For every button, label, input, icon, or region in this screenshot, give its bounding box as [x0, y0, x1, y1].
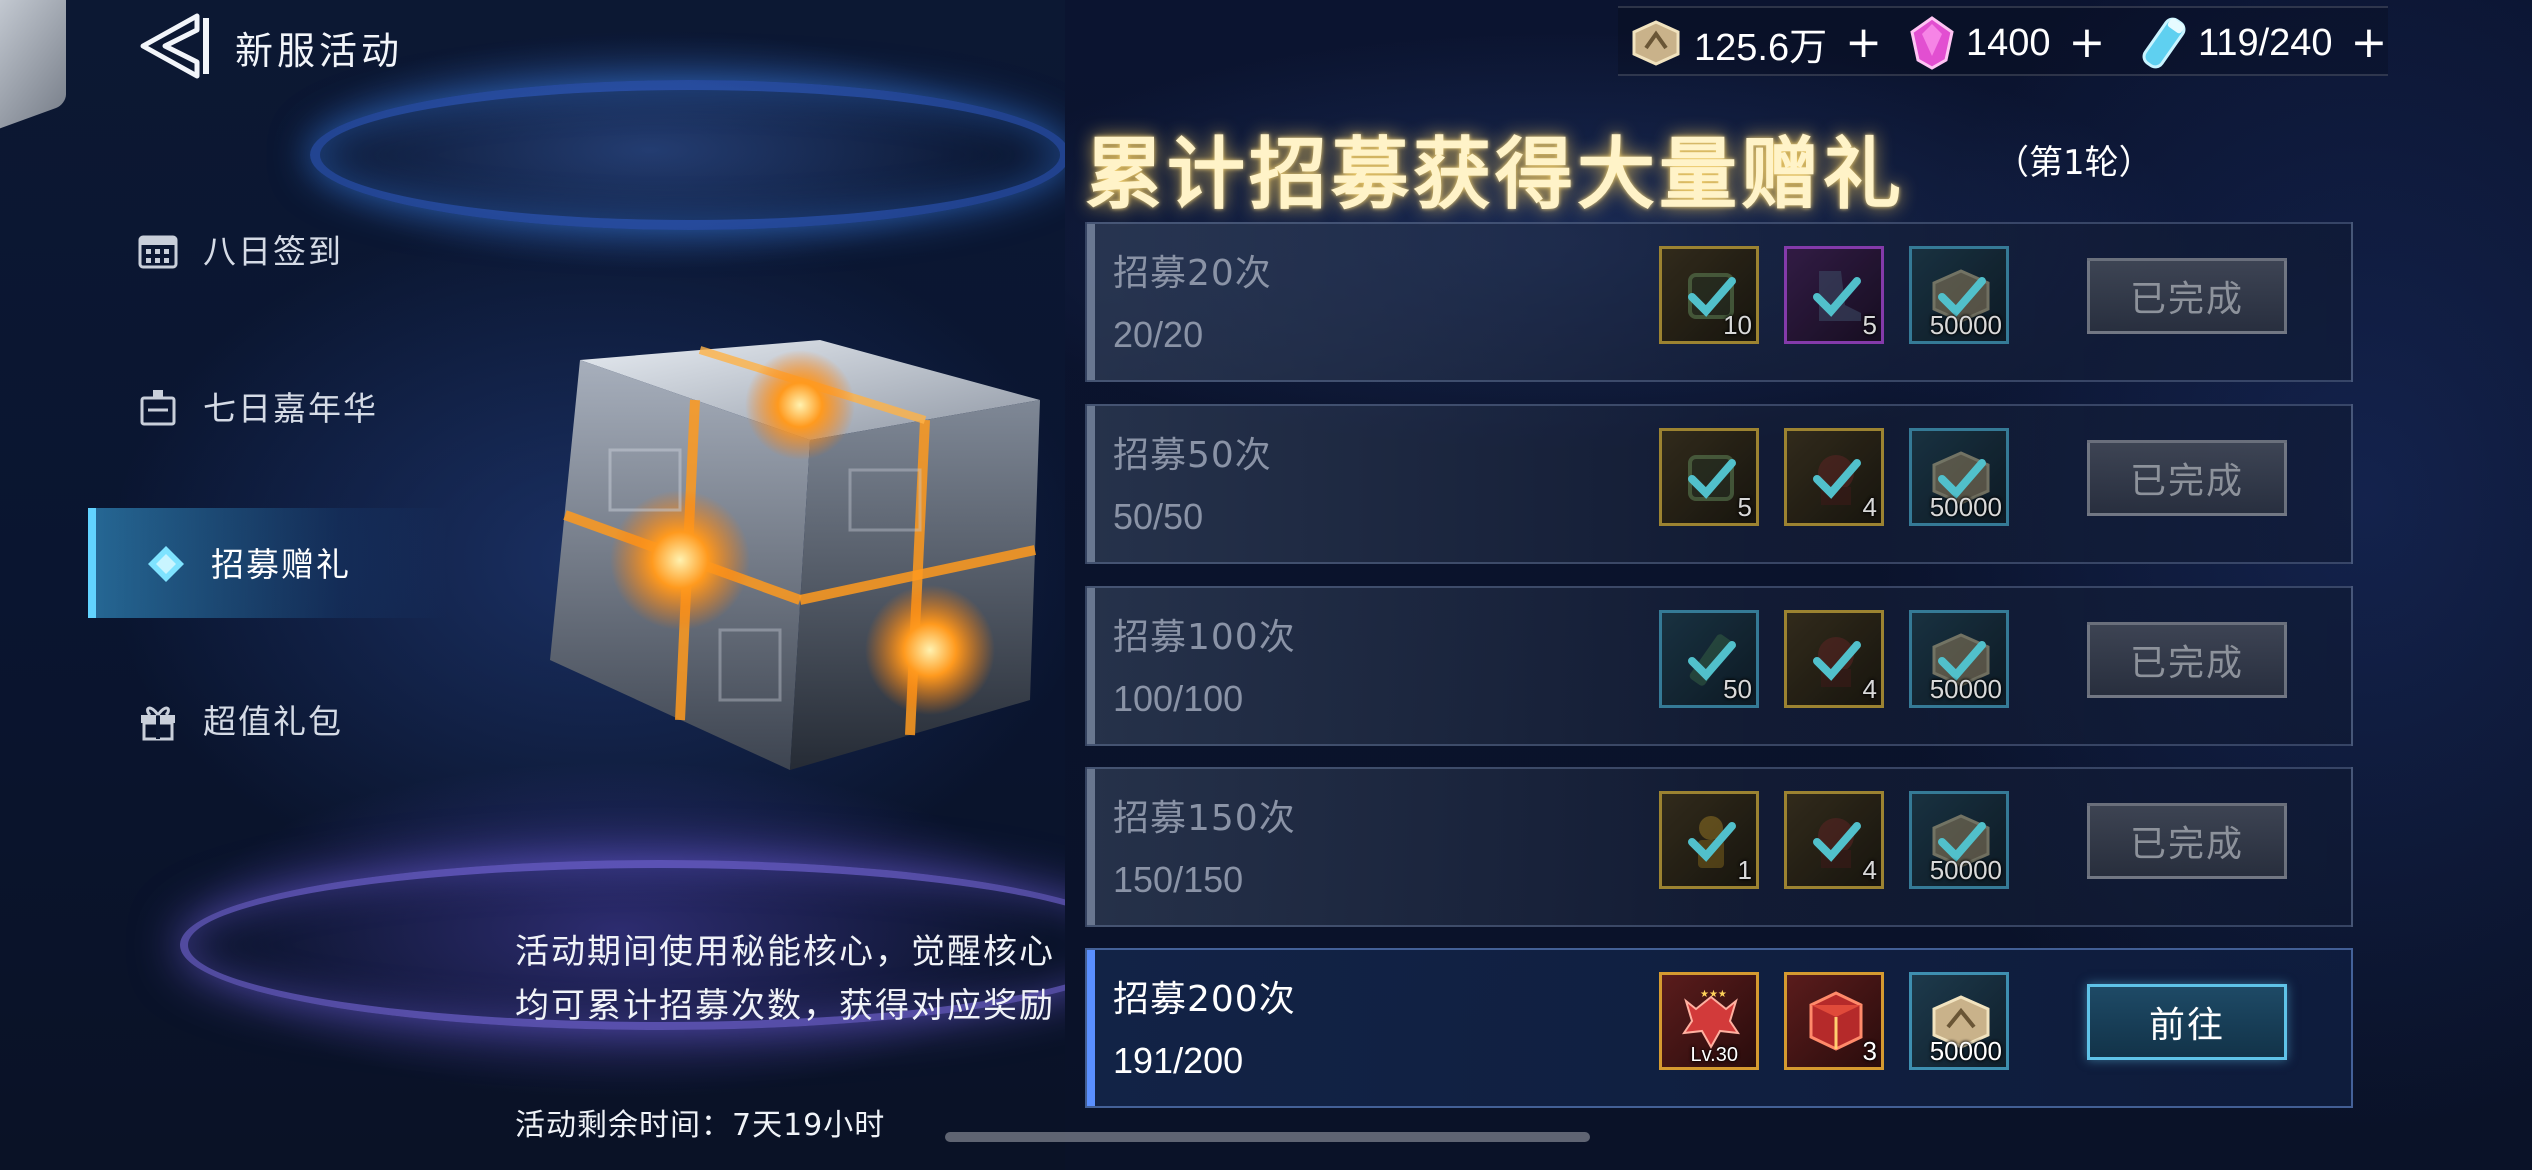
tier-title: 招募20次 — [1113, 253, 1272, 294]
sidebar-item-label: 超值礼包 — [203, 702, 343, 741]
reward-quantity: 5 — [1737, 492, 1752, 522]
back-button[interactable] — [135, 12, 215, 80]
reward-quantity: 4 — [1862, 855, 1877, 885]
event-remaining-time: 活动剩余时间：7天19小时 — [515, 1108, 886, 1143]
reward-slot[interactable]: 50000 — [1909, 610, 2009, 708]
stamina-vial-icon — [2142, 17, 2186, 69]
claimed-check-icon — [1813, 277, 1861, 317]
claimed-check-icon — [1688, 459, 1736, 499]
crystal-amount: 1400 — [1966, 21, 2051, 64]
tier-progress: 191/200 — [1113, 1040, 1244, 1081]
reward-slot[interactable]: 1 — [1659, 791, 1759, 889]
tier-title: 招募150次 — [1113, 798, 1296, 839]
tier-title: 招募200次 — [1113, 979, 1296, 1020]
reward-slot[interactable]: 4 — [1784, 428, 1884, 526]
reward-quantity: 50000 — [1929, 1036, 2002, 1066]
svg-text:★★★: ★★★ — [1700, 989, 1727, 1000]
sidebar-item-label: 八日签到 — [203, 232, 343, 271]
claimed-check-icon — [1813, 459, 1861, 499]
currency-crystal: 1400 + — [1908, 16, 2106, 70]
reward-slot[interactable]: 50 — [1659, 610, 1759, 708]
reward-slot[interactable]: ★★★ Lv.30 — [1659, 972, 1759, 1070]
tier-progress: 150/150 — [1113, 859, 1244, 900]
reward-quantity: 4 — [1862, 492, 1877, 522]
tier-title: 招募50次 — [1113, 435, 1272, 476]
reward-slot[interactable]: 5 — [1659, 428, 1759, 526]
sidebar-item-value-pack[interactable]: 超值礼包 — [88, 665, 448, 775]
page-title: 新服活动 — [235, 29, 404, 73]
gift-icon — [141, 706, 175, 741]
sidebar-item-label: 七日嘉年华 — [203, 389, 378, 428]
panel-title: 累计招募获得大量赠礼 — [1085, 130, 1906, 220]
round-label: （第1轮） — [1995, 143, 2153, 183]
reward-quantity: 5 — [1862, 310, 1877, 340]
stamina-amount: 119/240 — [2198, 21, 2333, 64]
claimed-check-icon — [1813, 641, 1861, 681]
sidebar-item-eight-day-signin[interactable]: 八日签到 — [88, 195, 448, 305]
add-crystal-button[interactable]: + — [2069, 21, 2106, 65]
reward-quantity: 1 — [1737, 855, 1752, 885]
reward-slot[interactable]: 4 — [1784, 610, 1884, 708]
reward-slot[interactable]: 3 — [1784, 972, 1884, 1070]
currency-stamina: 119/240 + — [2136, 17, 2388, 69]
reward-slot[interactable]: 50000 — [1909, 791, 2009, 889]
carnival-icon — [140, 390, 176, 426]
tier-progress: 100/100 — [1113, 678, 1244, 719]
red-core-cube-icon — [1809, 991, 1863, 1051]
reward-quantity: 10 — [1723, 310, 1752, 340]
add-gold-button[interactable]: + — [1845, 21, 1882, 65]
reward-quantity: 50 — [1723, 674, 1752, 704]
reward-quantity: 50000 — [1929, 492, 2002, 522]
event-description: 活动期间使用秘能核心，觉醒核心均可累计招募次数，获得对应奖励 — [515, 932, 1055, 1026]
reward-slot[interactable]: 10 — [1659, 246, 1759, 344]
reward-slot[interactable]: 5 — [1784, 246, 1884, 344]
currency-gold: 125.6万 + — [1628, 18, 1882, 69]
calendar-icon — [138, 235, 178, 269]
sidebar-item-label: 招募赠礼 — [211, 545, 351, 584]
tier-row-200: 招募200次 191/200 ★★★ Lv.30 3 50000 前往 — [1085, 948, 2353, 1108]
mystic-core-cube-icon — [550, 340, 1040, 770]
gold-amount: 125.6万 — [1694, 26, 1828, 69]
add-stamina-button[interactable]: + — [2351, 21, 2388, 65]
gold-coin-icon — [1632, 20, 1680, 66]
back-arrow-icon — [140, 13, 209, 79]
reward-quantity: 50000 — [1929, 310, 2002, 340]
completed-button[interactable]: 已完成 — [2087, 803, 2287, 879]
tier-title: 招募100次 — [1113, 617, 1296, 658]
claimed-check-icon — [1688, 822, 1736, 862]
tier-row-150: 招募150次 150/150 1 4 50000 已完成 — [1085, 767, 2353, 927]
pink-crystal-icon — [1910, 16, 1954, 70]
mystic-core-cube — [520, 330, 1080, 850]
claimed-check-icon — [1813, 822, 1861, 862]
tier-row-50: 招募50次 50/50 5 4 50000 已完成 — [1085, 404, 2353, 564]
sidebar-item-seven-day-carnival[interactable]: 七日嘉年华 — [88, 352, 448, 462]
completed-button[interactable]: 已完成 — [2087, 258, 2287, 334]
sidebar-item-recruit-gift[interactable]: 招募赠礼 — [88, 508, 448, 618]
reward-slot[interactable]: 50000 — [1909, 246, 2009, 344]
reward-slot[interactable]: 50000 — [1909, 428, 2009, 526]
reward-quantity: 3 — [1862, 1036, 1877, 1066]
reward-quantity: 4 — [1862, 674, 1877, 704]
tier-row-100: 招募100次 100/100 50 4 50000 已完成 — [1085, 586, 2353, 746]
reward-slot[interactable]: 4 — [1784, 791, 1884, 889]
reward-quantity: 50000 — [1929, 855, 2002, 885]
diamond-icon — [148, 546, 184, 582]
currency-bar: 125.6万 + 1400 + 119/240 + — [1618, 6, 2388, 76]
completed-button[interactable]: 已完成 — [2087, 440, 2287, 516]
go-button[interactable]: 前往 — [2087, 984, 2287, 1060]
reward-slot[interactable]: 50000 — [1909, 972, 2009, 1070]
reward-level: Lv.30 — [1690, 1044, 1738, 1066]
tier-progress: 20/20 — [1113, 314, 1204, 355]
home-indicator[interactable] — [945, 1132, 1590, 1142]
completed-button[interactable]: 已完成 — [2087, 622, 2287, 698]
tier-row-20: 招募20次 20/20 10 5 50000 已完成 — [1085, 222, 2353, 382]
tier-progress: 50/50 — [1113, 496, 1204, 537]
reward-quantity: 50000 — [1929, 674, 2002, 704]
